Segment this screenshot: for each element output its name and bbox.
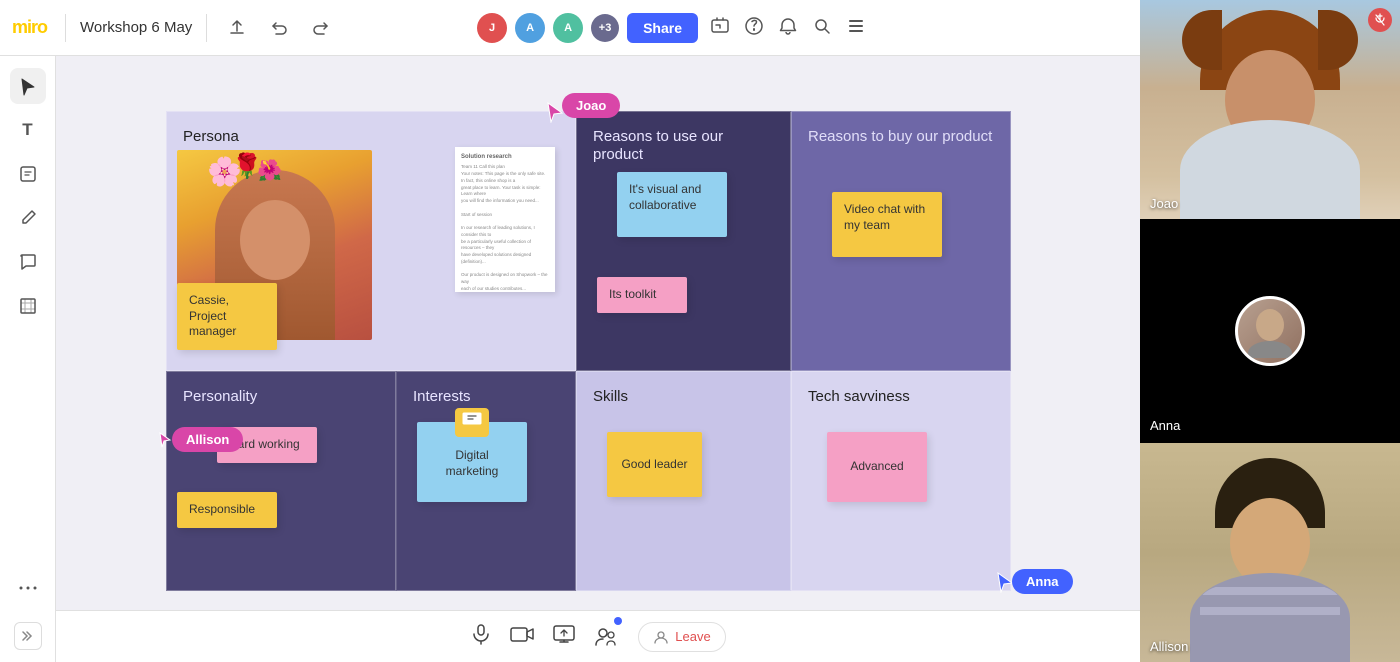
tool-select[interactable] (10, 68, 46, 104)
personality-title: Personality (183, 388, 257, 405)
reasons-buy-title: Reasons to buy our product (808, 128, 992, 145)
interests-title: Interests (413, 388, 471, 405)
topbar: miro Workshop 6 May J A A +3 Share (0, 0, 1140, 56)
tool-comment[interactable] (10, 244, 46, 280)
allison-label: Allison (172, 427, 243, 452)
participants-area[interactable] (594, 626, 620, 648)
tool-more[interactable] (10, 570, 46, 606)
sticky-cassie: Cassie, Project manager (177, 283, 277, 350)
topbar-divider-1 (65, 14, 66, 42)
avatar-user3: A (553, 13, 583, 43)
cell-tech-savviness: Tech savviness Advanced (791, 371, 1011, 591)
persona-title: Persona (183, 128, 239, 145)
left-sidebar: T (0, 56, 56, 662)
board: Joao Allison Anna Persona (166, 111, 1121, 641)
board-grid: Persona 🌸 🌹 🌺 (166, 111, 1111, 591)
video-allison: Allison (1140, 443, 1400, 662)
topbar-action-icons (706, 12, 870, 45)
sticky-responsible: Responsible (177, 492, 277, 528)
mic-icon[interactable] (470, 623, 492, 651)
sticky-visual: It's visual and collaborative (617, 172, 727, 237)
joao-label: Joao (562, 93, 620, 118)
sticky-toolkit: Its toolkit (597, 277, 687, 313)
share-button[interactable]: Share (627, 13, 698, 43)
text-tool-icon: T (22, 120, 32, 140)
reasons-use-title: Reasons to use our product (593, 128, 723, 163)
video-joao: Joao (1140, 0, 1400, 221)
joao-mute-icon (1368, 8, 1392, 32)
joao-cursor: Joao (546, 101, 564, 128)
tool-sticky[interactable] (10, 156, 46, 192)
upload-button[interactable] (221, 12, 253, 44)
topbar-right: J A A +3 Share (477, 0, 870, 56)
share-screen-icon[interactable] (552, 624, 576, 650)
cell-reasons-use: Reasons to use our product It's visual a… (576, 111, 791, 371)
camera-icon[interactable] (510, 624, 534, 650)
avatar-count: +3 (591, 14, 619, 42)
anna-name: Anna (1150, 418, 1180, 433)
sticky-advanced: Advanced (827, 432, 927, 502)
avatar-user1: J (477, 13, 507, 43)
cell-reasons-buy: Reasons to buy our product Video chat wi… (791, 111, 1011, 371)
tool-text[interactable]: T (10, 112, 46, 148)
sticky-video-chat: Video chat with my team (832, 192, 942, 257)
bottom-bar: Leave (56, 610, 1140, 662)
sticky-digital-marketing-wrapper: Digital marketing (417, 422, 527, 512)
avatar-user2: A (515, 13, 545, 43)
tool-frame[interactable] (10, 288, 46, 324)
tech-title: Tech savviness (808, 388, 910, 405)
board-title: Workshop 6 May (80, 19, 192, 36)
anna-cursor: Anna (996, 571, 1014, 598)
cell-persona: Persona 🌸 🌹 🌺 (166, 111, 576, 371)
anna-avatar (1235, 296, 1305, 366)
cell-skills: Skills Good leader (576, 371, 791, 591)
canvas[interactable]: Joao Allison Anna Persona (56, 56, 1140, 662)
undo-button[interactable] (263, 12, 295, 44)
leave-label: Leave (675, 629, 710, 644)
search-icon[interactable] (808, 12, 836, 45)
leave-button[interactable]: Leave (638, 622, 725, 652)
notifications-icon[interactable] (774, 12, 802, 45)
allison-cursor: Allison (158, 431, 172, 454)
cell-personality: Personality Hard working Responsible (166, 371, 396, 591)
video-anna: Anna (1140, 221, 1400, 442)
video-panel: Joao Anna (1140, 0, 1400, 662)
redo-button[interactable] (305, 12, 337, 44)
notification-dot (614, 617, 622, 625)
miro-logo: miro (12, 17, 47, 38)
skills-title: Skills (593, 388, 628, 405)
timer-icon[interactable] (706, 12, 734, 45)
topbar-divider-2 (206, 14, 207, 42)
anna-label: Anna (1012, 569, 1073, 594)
sticky-good-leader: Good leader (607, 432, 702, 497)
help-icon[interactable] (740, 12, 768, 45)
chat-icon (455, 408, 489, 437)
cell-interests: Interests Digital marketing (396, 371, 576, 591)
persona-document: Solution research Team 11 Call this plan… (455, 147, 555, 292)
menu-icon[interactable] (842, 12, 870, 45)
tool-pen[interactable] (10, 200, 46, 236)
sidebar-collapse-button[interactable] (14, 622, 42, 650)
allison-name: Allison (1150, 639, 1188, 654)
joao-name: Joao (1150, 196, 1178, 211)
